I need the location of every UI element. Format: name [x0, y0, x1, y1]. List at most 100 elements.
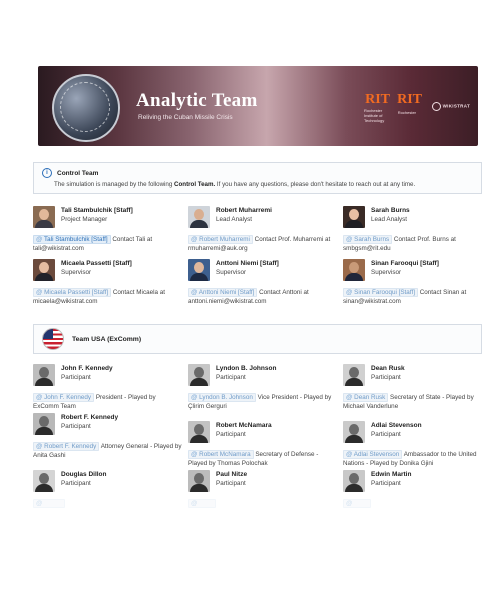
person-name[interactable]: Sarah Burns	[371, 207, 410, 214]
person-role: Participant	[216, 431, 246, 438]
person-description-truncated	[33, 499, 188, 508]
person-name[interactable]: Robert McNamara	[216, 422, 272, 429]
person-role: Supervisor	[216, 269, 247, 276]
person-description: Lyndon B. Johnson Vice President - Playe…	[188, 393, 343, 411]
avatar[interactable]	[33, 206, 55, 228]
person-mention-tag[interactable]: Robert Muharremi	[188, 235, 253, 244]
avatar[interactable]	[33, 364, 55, 386]
control-team-notice: i Control Team The simulation is managed…	[33, 162, 482, 194]
banner: Analytic Team Reliving the Cuban Missile…	[38, 66, 478, 146]
person-role: Lead Analyst	[216, 216, 253, 223]
person-mention-tag[interactable]: Sarah Burns	[343, 235, 393, 244]
avatar[interactable]	[33, 413, 55, 435]
person-card: Adlai Stevenson Participant Adlai Stevens…	[343, 421, 491, 468]
avatar[interactable]	[343, 421, 365, 443]
person-name[interactable]: Dean Rusk	[371, 365, 405, 372]
person-card: John F. Kennedy Participant John F. Kenne…	[33, 364, 188, 411]
person-card: Robert Muharremi Lead Analyst Robert Muha…	[188, 206, 343, 253]
person-card: Robert McNamara Participant Robert McNama…	[188, 421, 343, 468]
person-role: Participant	[61, 374, 91, 381]
person-role: Supervisor	[371, 269, 402, 276]
person-card: Sarah Burns Lead Analyst Sarah Burns Cont…	[343, 206, 491, 253]
avatar[interactable]	[33, 259, 55, 281]
person-card: Douglas Dillon Participant	[33, 470, 188, 508]
person-mention-tag[interactable]: Anttoni Niemi [Staff]	[188, 288, 258, 297]
control-text-prefix: The simulation is managed by the followi…	[54, 181, 175, 188]
person-description: John F. Kennedy President - Played by Ex…	[33, 393, 188, 411]
person-role: Project Manager	[61, 216, 108, 223]
rit-logo-2-caption: Rochester	[397, 110, 416, 115]
avatar[interactable]	[188, 259, 210, 281]
page: Analytic Team Reliving the Cuban Missile…	[0, 0, 492, 604]
person-name[interactable]: Adlai Stevenson	[371, 422, 422, 429]
person-role: Supervisor	[61, 269, 92, 276]
person-mention-tag[interactable]: Tali Stambulchik [Staff]	[33, 235, 111, 244]
person-description-truncated	[188, 499, 343, 508]
person-name[interactable]: Robert Muharremi	[216, 207, 272, 214]
rit-logo: RIT	[365, 92, 390, 107]
person-description: Robert McNamara Secretary of Defense - P…	[188, 450, 343, 468]
team-usa-header: Team USA (ExComm)	[33, 324, 482, 354]
avatar[interactable]	[343, 259, 365, 281]
person-mention-tag[interactable]: Robert McNamara	[188, 450, 254, 459]
person-role: Participant	[371, 374, 401, 381]
person-name[interactable]: Edwin Martin	[371, 471, 411, 478]
avatar[interactable]	[188, 364, 210, 386]
person-role: Participant	[371, 431, 401, 438]
person-mention-tag[interactable]: Lyndon B. Johnson	[188, 393, 256, 402]
rit-logo-2: RIT	[397, 92, 422, 107]
person-description: Robert Muharremi Contact Prof. Muharremi…	[188, 235, 343, 253]
wikistrat-logo-icon	[431, 102, 441, 111]
person-role: Participant	[371, 480, 401, 487]
person-role: Participant	[216, 374, 246, 381]
person-role: Participant	[61, 423, 91, 430]
person-name[interactable]: Anttoni Niemi [Staff]	[216, 260, 279, 267]
content: Analytic Team Reliving the Cuban Missile…	[24, 66, 488, 508]
person-mention-tag[interactable]	[33, 499, 65, 508]
person-name[interactable]: Sinan Farooqui [Staff]	[371, 260, 439, 267]
control-text-bold: Control Team.	[174, 181, 216, 188]
person-card: Anttoni Niemi [Staff] Supervisor Anttoni …	[188, 259, 343, 306]
person-description: Tali Stambulchik [Staff] Contact Tali at…	[33, 235, 188, 253]
banner-subtitle: Reliving the Cuban Missile Crisis	[138, 114, 233, 121]
person-description: Micaela Passetti [Staff] Contact Micaela…	[33, 288, 188, 306]
control-people-grid: Tali Stambulchik [Staff] Project Manager …	[33, 206, 488, 306]
avatar[interactable]	[188, 421, 210, 443]
person-role: Participant	[216, 480, 246, 487]
person-mention-tag[interactable]: Adlai Stevenson	[343, 450, 403, 459]
person-name[interactable]: Tali Stambulchik [Staff]	[61, 207, 133, 214]
rit-logo-caption: Rochester Institute of Technology	[364, 108, 385, 123]
banner-title: Analytic Team	[136, 90, 258, 111]
person-description-truncated	[343, 499, 491, 508]
avatar[interactable]	[343, 364, 365, 386]
globe-ring	[60, 82, 110, 132]
person-card: Edwin Martin Participant	[343, 470, 491, 508]
control-team-text: The simulation is managed by the followi…	[54, 181, 473, 188]
person-mention-tag[interactable]	[188, 499, 217, 508]
wikistrat-logo: WIKISTRAT	[431, 102, 470, 111]
person-description: Sarah Burns Contact Prof. Burns at smbgs…	[343, 235, 491, 253]
avatar[interactable]	[343, 206, 365, 228]
avatar[interactable]	[188, 470, 210, 492]
person-card: Robert F. Kennedy Participant Robert F. K…	[33, 413, 188, 468]
person-name[interactable]: John F. Kennedy	[61, 365, 113, 372]
control-text-suffix: If you have any questions, please don't …	[215, 181, 416, 188]
person-name[interactable]: Douglas Dillon	[61, 471, 107, 478]
person-mention-tag[interactable]: Robert F. Kennedy	[33, 442, 100, 451]
person-name[interactable]: Lyndon B. Johnson	[216, 365, 276, 372]
person-card: Paul Nitze Participant	[188, 470, 343, 508]
person-mention-tag[interactable]: Dean Rusk	[343, 393, 389, 402]
person-mention-tag[interactable]: Sinan Farooqui [Staff]	[343, 288, 418, 297]
person-description: Dean Rusk Secretary of State - Played by…	[343, 393, 491, 411]
avatar[interactable]	[188, 206, 210, 228]
person-mention-tag[interactable]: John F. Kennedy	[33, 393, 95, 402]
person-card: Micaela Passetti [Staff] Supervisor Micae…	[33, 259, 188, 306]
avatar[interactable]	[33, 470, 55, 492]
avatar[interactable]	[343, 470, 365, 492]
person-name[interactable]: Paul Nitze	[216, 471, 247, 478]
person-mention-tag[interactable]: Micaela Passetti [Staff]	[33, 288, 112, 297]
control-team-title: Control Team	[57, 169, 99, 177]
person-name[interactable]: Micaela Passetti [Staff]	[61, 260, 132, 267]
person-name[interactable]: Robert F. Kennedy	[61, 414, 118, 421]
person-mention-tag[interactable]	[343, 499, 372, 508]
